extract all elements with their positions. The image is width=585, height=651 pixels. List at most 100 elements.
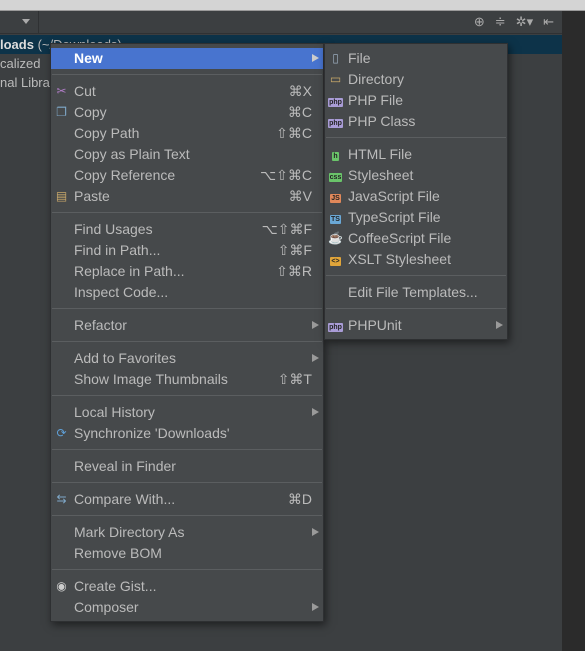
folder-icon: ▭: [329, 72, 342, 86]
shortcut-label: ⌘D: [287, 491, 312, 507]
hide-panel-icon[interactable]: ⇤: [543, 14, 554, 30]
toolbar-divider: [38, 11, 39, 34]
menu-item-file[interactable]: ▯ File: [325, 48, 507, 69]
menu-item-compare-with[interactable]: ⇆ Compare With... ⌘D: [51, 489, 323, 510]
menu-item-copy[interactable]: ❐ Copy ⌘C: [51, 102, 323, 123]
menu-item-html-file[interactable]: h HTML File: [325, 144, 507, 165]
menu-item-copy-path[interactable]: Copy Path ⇧⌘C: [51, 123, 323, 144]
collapse-all-icon[interactable]: ≑: [495, 14, 506, 30]
menu-separator: [325, 303, 507, 315]
menu-item-edit-file-templates[interactable]: Edit File Templates...: [325, 282, 507, 303]
coffee-file-icon: ☕: [328, 231, 343, 245]
menu-item-label: Show Image Thumbnails: [74, 371, 228, 387]
github-icon: ◉: [56, 579, 67, 593]
menu-item-copy-as-plain-text[interactable]: Copy as Plain Text: [51, 144, 323, 165]
menu-item-label: File: [348, 50, 371, 66]
phpunit-icon: php: [328, 323, 343, 332]
menu-separator: [51, 510, 323, 522]
new-submenu: ▯ File ▭ Directory php PHP File php PHP Class h H…: [324, 43, 508, 340]
menu-item-find-in-path[interactable]: Find in Path... ⇧⌘F: [51, 240, 323, 261]
menu-separator: [51, 564, 323, 576]
menu-item-label: Replace in Path...: [74, 263, 185, 279]
menu-item-label: CoffeeScript File: [348, 230, 452, 246]
shortcut-label: ⌥⇧⌘F: [261, 221, 312, 237]
menu-item-composer[interactable]: Composer: [51, 597, 323, 618]
menu-item-local-history[interactable]: Local History: [51, 402, 323, 423]
menu-item-javascript-file[interactable]: JS JavaScript File: [325, 186, 507, 207]
menu-separator: [51, 336, 323, 348]
menu-item-label: Synchronize 'Downloads': [74, 425, 230, 441]
menu-item-label: Composer: [74, 599, 139, 615]
view-dropdown-chevron-icon[interactable]: [22, 19, 30, 24]
menu-item-remove-bom[interactable]: Remove BOM: [51, 543, 323, 564]
menu-item-label: Compare With...: [74, 491, 176, 507]
submenu-arrow-icon: [312, 321, 319, 329]
shortcut-label: ⌘V: [288, 188, 312, 204]
menu-item-label: PHP File: [348, 92, 403, 108]
menu-item-copy-reference[interactable]: Copy Reference ⌥⇧⌘C: [51, 165, 323, 186]
project-toolbar: ⊕ ≑ ✲▾ ⇤: [0, 11, 562, 34]
shortcut-label: ⇧⌘T: [277, 371, 312, 387]
sync-icon: ⟳: [56, 426, 67, 440]
js-file-icon: JS: [330, 194, 341, 203]
css-file-icon: css: [328, 173, 343, 182]
menu-item-synchronize-downloads[interactable]: ⟳ Synchronize 'Downloads': [51, 423, 323, 444]
menu-item-cut[interactable]: ✂ Cut ⌘X: [51, 81, 323, 102]
shortcut-label: ⇧⌘C: [276, 125, 312, 141]
menu-item-label: Copy Path: [74, 125, 140, 141]
menu-item-php-file[interactable]: php PHP File: [325, 90, 507, 111]
menu-item-inspect-code[interactable]: Inspect Code...: [51, 282, 323, 303]
menu-item-label: Refactor: [74, 317, 127, 333]
menu-item-label: Find in Path...: [74, 242, 161, 258]
menu-item-label: Copy Reference: [74, 167, 176, 183]
menu-item-paste[interactable]: ▤ Paste ⌘V: [51, 186, 323, 207]
menu-item-label: Mark Directory As: [74, 524, 185, 540]
menu-separator: [51, 477, 323, 489]
editor-area: [562, 11, 585, 651]
menu-item-label: Copy as Plain Text: [74, 146, 190, 162]
menu-item-refactor[interactable]: Refactor: [51, 315, 323, 336]
menu-item-label: HTML File: [348, 146, 413, 162]
menu-item-coffeescript-file[interactable]: ☕ CoffeeScript File: [325, 228, 507, 249]
menu-separator: [51, 69, 323, 81]
scissors-icon: ✂: [56, 84, 67, 98]
tree-item-label: loads: [0, 37, 34, 52]
menu-item-label: TypeScript File: [348, 209, 441, 225]
menu-item-typescript-file[interactable]: TS TypeScript File: [325, 207, 507, 228]
menu-item-phpunit[interactable]: php PHPUnit: [325, 315, 507, 336]
menu-item-reveal-in-finder[interactable]: Reveal in Finder: [51, 456, 323, 477]
menu-item-find-usages[interactable]: Find Usages ⌥⇧⌘F: [51, 219, 323, 240]
window-title-strip: [0, 0, 585, 11]
shortcut-label: ⇧⌘F: [277, 242, 312, 258]
menu-item-stylesheet[interactable]: css Stylesheet: [325, 165, 507, 186]
menu-separator: [325, 270, 507, 282]
menu-separator: [51, 303, 323, 315]
menu-separator: [325, 132, 507, 144]
menu-item-label: JavaScript File: [348, 188, 440, 204]
menu-item-directory[interactable]: ▭ Directory: [325, 69, 507, 90]
shortcut-label: ⌘C: [287, 104, 312, 120]
menu-item-label: Directory: [348, 71, 405, 87]
menu-item-show-image-thumbnails[interactable]: Show Image Thumbnails ⇧⌘T: [51, 369, 323, 390]
shortcut-label: ⌥⇧⌘C: [260, 167, 312, 183]
copy-icon: ❐: [56, 105, 67, 119]
menu-item-replace-in-path[interactable]: Replace in Path... ⇧⌘R: [51, 261, 323, 282]
php-class-icon: php: [328, 119, 343, 128]
menu-separator: [51, 444, 323, 456]
scroll-from-source-icon[interactable]: ⊕: [474, 14, 485, 30]
paste-icon: ▤: [55, 189, 68, 203]
submenu-arrow-icon: [312, 354, 319, 362]
menu-item-mark-directory-as[interactable]: Mark Directory As: [51, 522, 323, 543]
menu-item-new[interactable]: New: [51, 48, 323, 69]
xslt-file-icon: <>: [330, 257, 341, 266]
gear-icon[interactable]: ✲▾: [516, 14, 533, 30]
menu-item-php-class[interactable]: php PHP Class: [325, 111, 507, 132]
shortcut-label: ⌘X: [288, 83, 312, 99]
php-file-icon: php: [328, 98, 343, 107]
menu-item-label: Copy: [74, 104, 107, 120]
menu-item-add-to-favorites[interactable]: Add to Favorites: [51, 348, 323, 369]
menu-item-create-gist[interactable]: ◉ Create Gist...: [51, 576, 323, 597]
menu-item-xslt-stylesheet[interactable]: <> XSLT Stylesheet: [325, 249, 507, 270]
submenu-arrow-icon: [496, 321, 503, 329]
context-menu: New ✂ Cut ⌘X ❐ Copy ⌘C Copy Path ⇧⌘C Copy as Plai…: [50, 43, 324, 622]
